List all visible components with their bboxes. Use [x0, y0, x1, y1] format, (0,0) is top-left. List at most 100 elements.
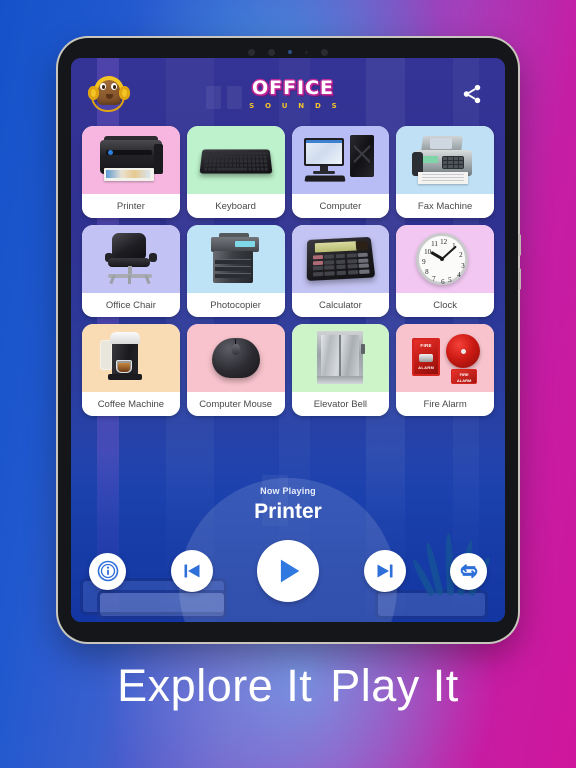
tile-label: Computer [291, 194, 390, 218]
fire-alarm-sign: FIRE ALARM [451, 369, 478, 384]
printer-icon [94, 132, 168, 188]
clock-number: 7 [432, 275, 436, 283]
office-chair-icon [94, 231, 168, 287]
coffee-machine-icon [94, 330, 168, 386]
share-icon [463, 84, 481, 104]
app-header: OFFICE S O U N D S [71, 58, 505, 130]
player-controls [89, 540, 487, 602]
headphone-box-mascot-icon [87, 74, 131, 114]
tile-label: Printer [82, 194, 180, 218]
share-button[interactable] [455, 77, 489, 111]
sound-tile-computer-mouse[interactable]: Computer Mouse [186, 324, 285, 416]
clock-number: 6 [441, 278, 445, 286]
sound-tile-printer[interactable]: Printer [82, 126, 180, 218]
repeat-icon [460, 564, 477, 579]
sound-tile-fax-machine[interactable]: Fax Machine [396, 126, 494, 218]
tile-artwork [186, 324, 285, 392]
tile-artwork [186, 126, 285, 194]
tile-label: Calculator [291, 293, 390, 317]
tile-label: Keyboard [186, 194, 285, 218]
play-button[interactable] [257, 540, 319, 602]
tile-label: Fax Machine [396, 194, 494, 218]
sound-tile-elevator-bell[interactable]: Elevator Bell [291, 324, 390, 416]
tile-artwork [82, 126, 180, 194]
mascot-earcup [119, 86, 130, 100]
clock-center-pin [440, 257, 445, 261]
clock-number: 8 [425, 268, 429, 276]
tile-label: Computer Mouse [186, 392, 285, 416]
elevator-icon [303, 330, 377, 386]
fire-alarm-bell [446, 334, 481, 368]
now-playing-label: Now Playing [260, 486, 316, 496]
clock-number: 5 [448, 276, 452, 284]
computer-mouse-icon [199, 330, 273, 386]
info-button[interactable] [89, 552, 126, 590]
sound-grid: Printer Keyboard Computer Fax Machine Of… [82, 126, 494, 416]
keyboard-icon [199, 132, 273, 188]
app-title: OFFICE S O U N D S [131, 76, 455, 110]
tile-artwork [291, 126, 390, 194]
now-playing-title: Printer [254, 500, 322, 523]
tablet-sensor-array [58, 47, 518, 57]
tablet-screen: OFFICE S O U N D S Printer Keyboard Comp… [71, 58, 505, 622]
tagline-part-2: Play It [330, 660, 459, 711]
tile-label: Clock [396, 293, 494, 317]
next-button[interactable] [363, 550, 406, 592]
app-title-main: OFFICE [251, 76, 335, 99]
clock-number: 12 [440, 238, 448, 246]
fire-alarm-sign-line2: ALARM [456, 377, 472, 383]
sound-tile-coffee-machine[interactable]: Coffee Machine [82, 324, 180, 416]
sensor-dot [321, 48, 328, 56]
app-title-sub: S O U N D S [249, 101, 341, 110]
fire-alarm-sign-line1: FIRE [459, 372, 469, 377]
sound-tile-computer[interactable]: Computer [291, 126, 390, 218]
volume-down-button[interactable] [518, 268, 521, 290]
clock-icon: 12 1 2 3 4 5 6 7 8 9 10 11 [408, 231, 482, 287]
calculator-icon [303, 231, 377, 287]
tablet-device: OFFICE S O U N D S Printer Keyboard Comp… [58, 38, 521, 642]
fire-alarm-pull-station: FIRE ALARM [412, 338, 441, 376]
tagline-part-1: Explore It [117, 660, 313, 711]
tile-artwork [186, 225, 285, 293]
tile-artwork [82, 225, 180, 293]
fax-machine-icon [408, 132, 482, 188]
volume-up-button[interactable] [518, 234, 521, 256]
tile-artwork [291, 324, 390, 392]
sensor-dot [248, 48, 255, 56]
sound-tile-office-chair[interactable]: Office Chair [82, 225, 180, 317]
clock-number: 4 [457, 271, 461, 279]
media-player: Now Playing Printer [71, 486, 505, 622]
tagline: Explore It Play It [0, 660, 576, 712]
previous-button[interactable] [170, 550, 213, 592]
tile-label: Fire Alarm [396, 392, 494, 416]
tile-label: Office Chair [82, 293, 180, 317]
ambient-sensor-dot [288, 50, 292, 54]
sound-tile-clock[interactable]: 12 1 2 3 4 5 6 7 8 9 10 11 [396, 225, 494, 317]
fire-alarm-icon: FIRE ALARM FIRE ALARM [408, 330, 482, 386]
tile-artwork [396, 126, 494, 194]
clock-number: 3 [461, 262, 465, 270]
skip-next-icon [377, 564, 392, 578]
tile-label: Photocopier [186, 293, 285, 317]
tile-label: Coffee Machine [82, 392, 180, 416]
info-icon [97, 560, 118, 582]
photocopier-icon [199, 231, 273, 287]
repeat-button[interactable] [450, 552, 487, 590]
fire-alarm-lever [419, 354, 434, 362]
sensor-dot-small [305, 50, 308, 54]
tile-label: Elevator Bell [291, 392, 390, 416]
tile-artwork [291, 225, 390, 293]
clock-number: 9 [422, 258, 426, 266]
sound-tile-photocopier[interactable]: Photocopier [186, 225, 285, 317]
sound-tile-calculator[interactable]: Calculator [291, 225, 390, 317]
tile-artwork: 12 1 2 3 4 5 6 7 8 9 10 11 [396, 225, 494, 293]
sound-tile-keyboard[interactable]: Keyboard [186, 126, 285, 218]
tile-artwork: FIRE ALARM FIRE ALARM [396, 324, 494, 392]
clock-number: 2 [459, 251, 463, 259]
sound-tile-fire-alarm[interactable]: FIRE ALARM FIRE ALARM Fire Alarm [396, 324, 494, 416]
fire-alarm-top-text: FIRE [420, 343, 432, 348]
front-camera-icon [268, 48, 275, 56]
computer-icon [303, 132, 377, 188]
clock-number: 11 [431, 240, 438, 248]
fire-alarm-bottom-text: ALARM [418, 365, 435, 370]
